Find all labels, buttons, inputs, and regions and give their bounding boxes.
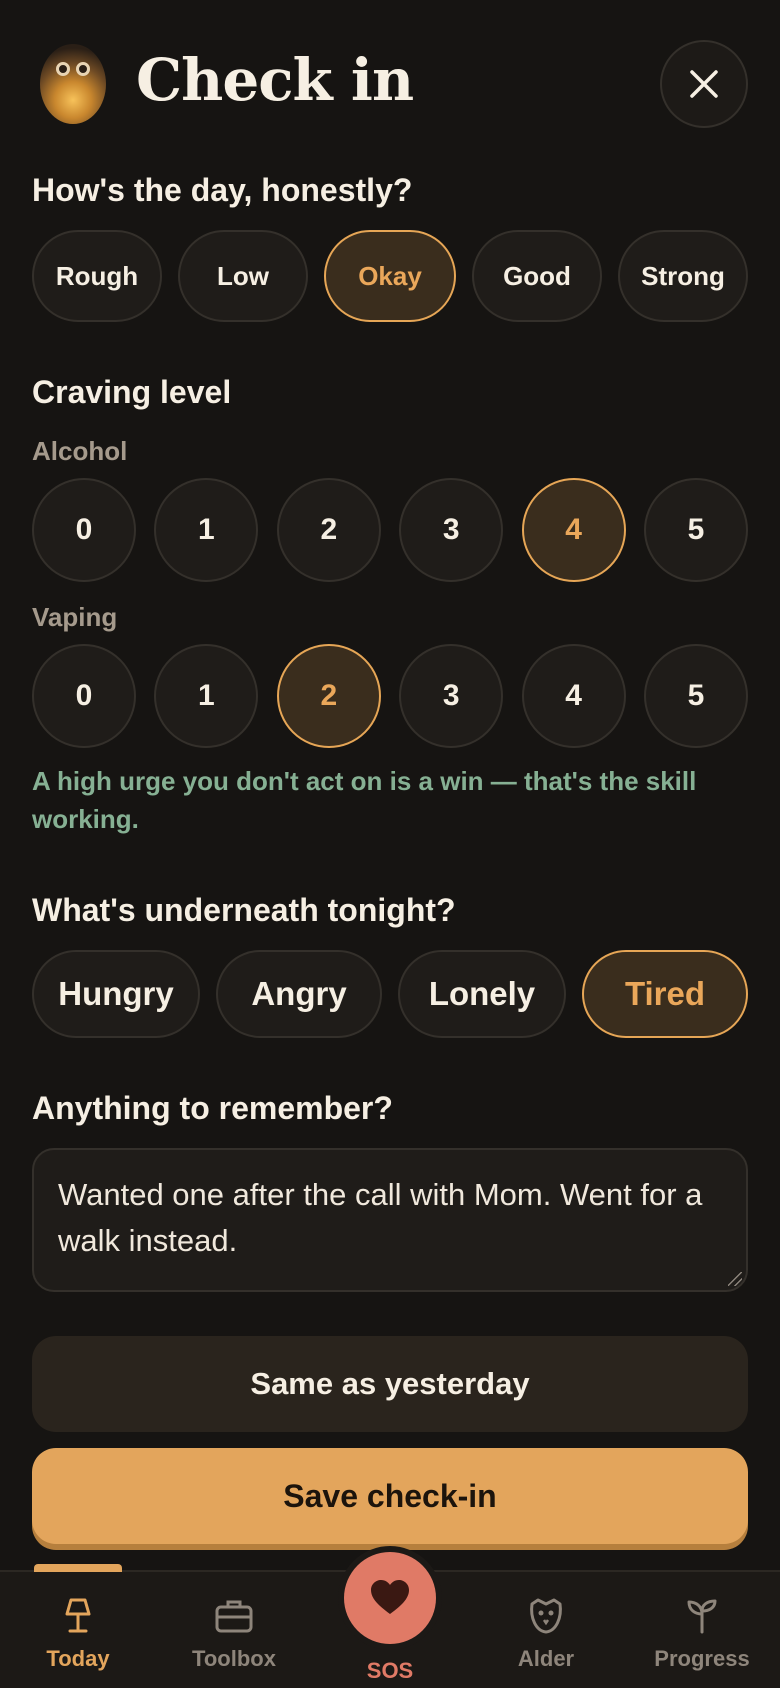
mood-option-rough[interactable]: Rough xyxy=(32,230,162,322)
tab-toolbox-label: Toolbox xyxy=(192,1646,276,1671)
vaping-level-2[interactable]: 2 xyxy=(276,644,381,748)
heart-icon xyxy=(371,1580,409,1614)
mood-options: Rough Low Okay Good Strong xyxy=(32,230,748,322)
tab-alder[interactable]: Alder xyxy=(476,1598,616,1672)
mood-option-okay[interactable]: Okay xyxy=(324,230,456,322)
sos-button[interactable] xyxy=(344,1552,436,1644)
notes-label: Anything to remember? xyxy=(32,1090,393,1126)
notes-text: Wanted one after the call with Mom. Went… xyxy=(58,1177,703,1258)
page-title: Check in xyxy=(136,46,414,114)
lamp-icon xyxy=(65,1598,91,1633)
underneath-question: What's underneath tonight? xyxy=(32,892,456,928)
alcohol-label: Alcohol xyxy=(32,436,128,466)
same-as-yesterday-button[interactable]: Same as yesterday xyxy=(32,1336,748,1432)
mood-option-strong[interactable]: Strong xyxy=(618,230,748,322)
alcohol-level-1[interactable]: 1 xyxy=(154,478,259,582)
underneath-option-tired[interactable]: Tired xyxy=(582,950,748,1038)
alcohol-levels: 0 1 2 3 4 5 xyxy=(32,478,748,582)
notes-textarea[interactable]: Wanted one after the call with Mom. Went… xyxy=(32,1148,748,1292)
alcohol-level-4[interactable]: 4 xyxy=(521,478,626,582)
owl-avatar-icon xyxy=(40,44,106,124)
craving-hint: A high urge you don't act on is a win — … xyxy=(32,766,697,834)
underneath-options: Hungry Angry Lonely Tired xyxy=(32,950,748,1038)
mood-option-low[interactable]: Low xyxy=(178,230,308,322)
sprout-icon xyxy=(687,1599,717,1634)
underneath-option-hungry[interactable]: Hungry xyxy=(32,950,200,1038)
toolbox-icon xyxy=(215,1600,253,1633)
save-checkin-button[interactable]: Save check-in xyxy=(32,1448,748,1544)
underneath-option-angry[interactable]: Angry xyxy=(216,950,382,1038)
active-tab-indicator xyxy=(34,1564,122,1572)
vaping-label: Vaping xyxy=(32,602,118,632)
vaping-level-3[interactable]: 3 xyxy=(399,644,504,748)
mood-option-good[interactable]: Good xyxy=(472,230,602,322)
alcohol-level-3[interactable]: 3 xyxy=(399,478,504,582)
vaping-level-0[interactable]: 0 xyxy=(32,644,136,748)
header: Check in xyxy=(32,40,748,128)
underneath-option-lonely[interactable]: Lonely xyxy=(398,950,566,1038)
tab-today-label: Today xyxy=(46,1646,110,1671)
owl-face-icon xyxy=(530,1598,562,1634)
tab-toolbox[interactable]: Toolbox xyxy=(164,1598,304,1672)
vaping-level-1[interactable]: 1 xyxy=(154,644,259,748)
vaping-level-4[interactable]: 4 xyxy=(521,644,626,748)
vaping-levels: 0 1 2 3 4 5 xyxy=(32,644,748,748)
tab-sos-label[interactable]: SOS xyxy=(344,1658,436,1684)
tab-alder-label: Alder xyxy=(517,1646,575,1671)
alcohol-level-5[interactable]: 5 xyxy=(643,478,748,582)
close-button[interactable] xyxy=(660,40,748,128)
resize-handle-icon[interactable] xyxy=(728,1272,742,1286)
craving-heading: Craving level xyxy=(32,374,232,410)
alcohol-level-2[interactable]: 2 xyxy=(276,478,381,582)
tab-progress-label: Progress xyxy=(654,1646,750,1671)
tab-today[interactable]: Today xyxy=(8,1598,148,1672)
bottom-tab-bar: Today Toolbox SOS Alder Progress xyxy=(0,1552,780,1688)
mood-question: How's the day, honestly? xyxy=(32,172,413,208)
close-icon xyxy=(690,70,718,98)
tab-progress[interactable]: Progress xyxy=(632,1598,772,1672)
vaping-level-5[interactable]: 5 xyxy=(643,644,748,748)
alcohol-level-0[interactable]: 0 xyxy=(32,478,136,582)
